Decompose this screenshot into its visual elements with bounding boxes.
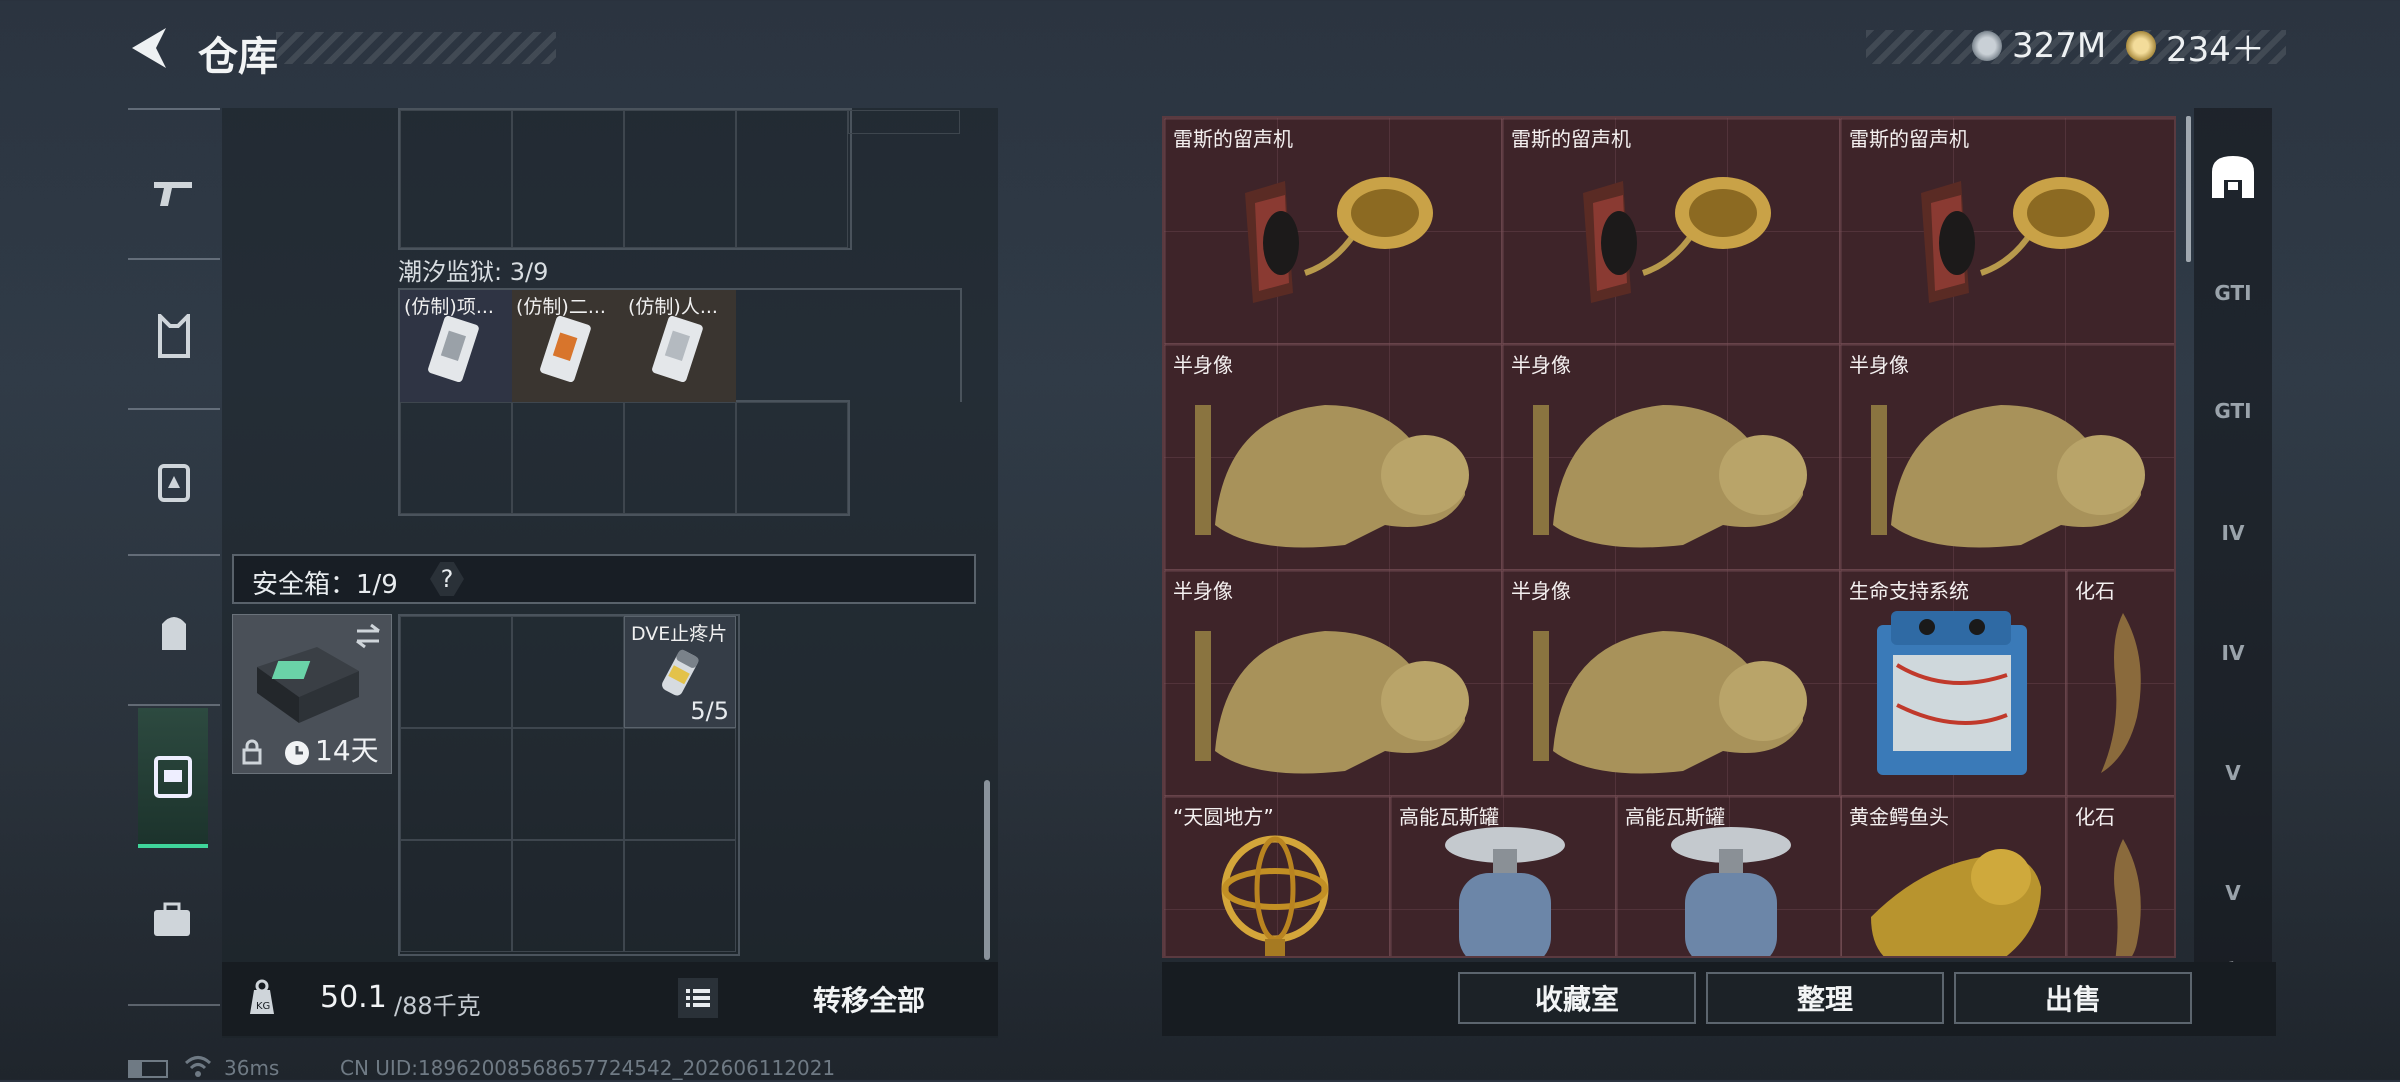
stash-grid: 雷斯的留声机 雷斯的留声机 雷斯的留声机 半身像 半身像 半身像 半身像 半身像… (1162, 116, 2176, 958)
transfer-all-button[interactable]: 转移全部 (740, 962, 998, 1036)
bust-image (1195, 405, 1469, 548)
stash-scrollbar[interactable] (2186, 116, 2191, 262)
stash-item-gramophone[interactable]: 雷斯的留声机 (1164, 118, 1502, 344)
list-icon (686, 989, 710, 1007)
page-title: 仓库 (198, 34, 278, 80)
swap-icon[interactable] (353, 623, 383, 649)
svg-text:KG: KG (256, 1001, 270, 1012)
card-icon (540, 315, 591, 383)
stash-item-gramophone[interactable]: 雷斯的留声机 (1840, 118, 2174, 344)
briefcase-icon[interactable] (150, 900, 198, 948)
category-rail (128, 108, 220, 1008)
safe-box-icon (150, 752, 196, 804)
gramophone-image (1583, 177, 1771, 303)
safe-box-image (257, 647, 359, 723)
stash-item-armillary[interactable]: “天圆地方” (1164, 796, 1390, 956)
vest-icon[interactable] (150, 312, 198, 360)
sell-button[interactable]: 出售 (1954, 972, 2192, 1024)
prison-container-label: 潮汐监狱: 3/9 (398, 258, 549, 286)
stash-item-gramophone[interactable]: 雷斯的留声机 (1502, 118, 1840, 344)
stash-item-fossil[interactable]: 化石 (2066, 796, 2174, 956)
stash-tab-1[interactable]: GTI (2208, 268, 2258, 318)
dve-painkiller-item[interactable]: DVE止疼片 5/5 (624, 616, 736, 728)
safe-box-tab-selected[interactable] (138, 708, 208, 848)
stash-item-fossil[interactable]: 化石 (2066, 570, 2174, 796)
clock-icon (285, 741, 309, 765)
wifi-icon (184, 1054, 212, 1082)
stash-tab-5[interactable]: V (2208, 748, 2258, 798)
stash-item-bust[interactable]: 半身像 (1164, 570, 1502, 796)
card-icon (652, 315, 703, 383)
help-button[interactable]: ? (430, 562, 464, 596)
bust-image (1533, 631, 1807, 774)
stash-home-tab[interactable] (2208, 152, 2258, 202)
stash-tab-3[interactable]: IV (2208, 508, 2258, 558)
gem-icon (2126, 31, 2156, 61)
currency-coins[interactable]: 327M (1972, 24, 2106, 68)
currency-gems-value: 234＋ (2166, 29, 2265, 70)
currency-coins-value: 327M (2012, 26, 2107, 66)
safe-box-timer: 14天 (315, 734, 379, 767)
stash-tab-4[interactable]: IV (2208, 628, 2258, 678)
life-support-image (1877, 611, 2027, 775)
upper-container-grid (398, 108, 960, 250)
sort-button[interactable]: 整理 (1706, 972, 1944, 1024)
gas-canister-image (1671, 827, 1791, 956)
safe-box-item[interactable]: 14天 (232, 614, 392, 774)
weight-value: 50.1 (320, 980, 387, 1015)
stash-home-icon (2212, 156, 2254, 198)
stash-item-bust[interactable]: 半身像 (1502, 570, 1840, 796)
stash-item-bust[interactable]: 半身像 (1840, 344, 2174, 570)
currency-gems[interactable]: 234＋ (2126, 24, 2265, 70)
bust-image (1871, 405, 2145, 548)
weight-icon: KG (250, 979, 274, 1014)
battery-icon (128, 1060, 168, 1078)
gramophone-image (1921, 177, 2109, 303)
inventory-scrollbar[interactable] (984, 780, 990, 960)
weight-capacity: /88千克 (394, 992, 481, 1020)
prison-item[interactable]: (仿制)人... (624, 290, 736, 402)
stash-tab-rail: GTI GTI IV IV V V (2194, 108, 2272, 968)
lock-icon (242, 739, 262, 765)
ping-text: 36ms (224, 1056, 280, 1080)
bust-image (1533, 405, 1807, 548)
gas-canister-image (1445, 827, 1565, 956)
list-view-button[interactable] (678, 978, 718, 1018)
safe-box-label: 安全箱：1/9 (252, 570, 398, 600)
dve-count: 5/5 (690, 697, 729, 725)
safe-box-header: 安全箱：1/9 ? (232, 554, 976, 604)
stash-item-bust[interactable]: 半身像 (1164, 344, 1502, 570)
uid-text: CN UID:18962008568657724542_202606112021 (340, 1056, 836, 1080)
back-arrow-icon[interactable] (126, 24, 170, 72)
stash-item-bust[interactable]: 半身像 (1502, 344, 1840, 570)
backpack-icon[interactable] (150, 608, 198, 656)
gold-crocodile-image (1871, 849, 2041, 956)
stash-tab-2[interactable]: GTI (2208, 386, 2258, 436)
fossil-image (2114, 839, 2141, 956)
card-icon (428, 315, 479, 383)
weapon-icon[interactable] (150, 168, 198, 216)
prison-item[interactable]: (仿制)二... (512, 290, 624, 402)
stash-item-gas-canister[interactable]: 高能瓦斯罐 (1616, 796, 1842, 956)
fossil-image (2101, 613, 2141, 773)
prison-container-grid-lower (398, 400, 850, 516)
stash-item-gold-crocodile[interactable]: 黄金鳄鱼头 (1840, 796, 2066, 956)
gramophone-image (1245, 177, 1433, 303)
prison-item[interactable]: (仿制)项... (400, 290, 512, 402)
armor-icon[interactable] (150, 458, 198, 506)
coin-icon (1972, 31, 2002, 61)
stash-item-gas-canister[interactable]: 高能瓦斯罐 (1390, 796, 1616, 956)
stash-item-life-support[interactable]: 生命支持系统 (1840, 570, 2066, 796)
bust-image (1195, 631, 1469, 774)
stash-tab-6[interactable]: V (2208, 868, 2258, 918)
collection-room-button[interactable]: 收藏室 (1458, 972, 1696, 1024)
armillary-image (1221, 835, 1329, 956)
title-decoration (276, 32, 556, 64)
